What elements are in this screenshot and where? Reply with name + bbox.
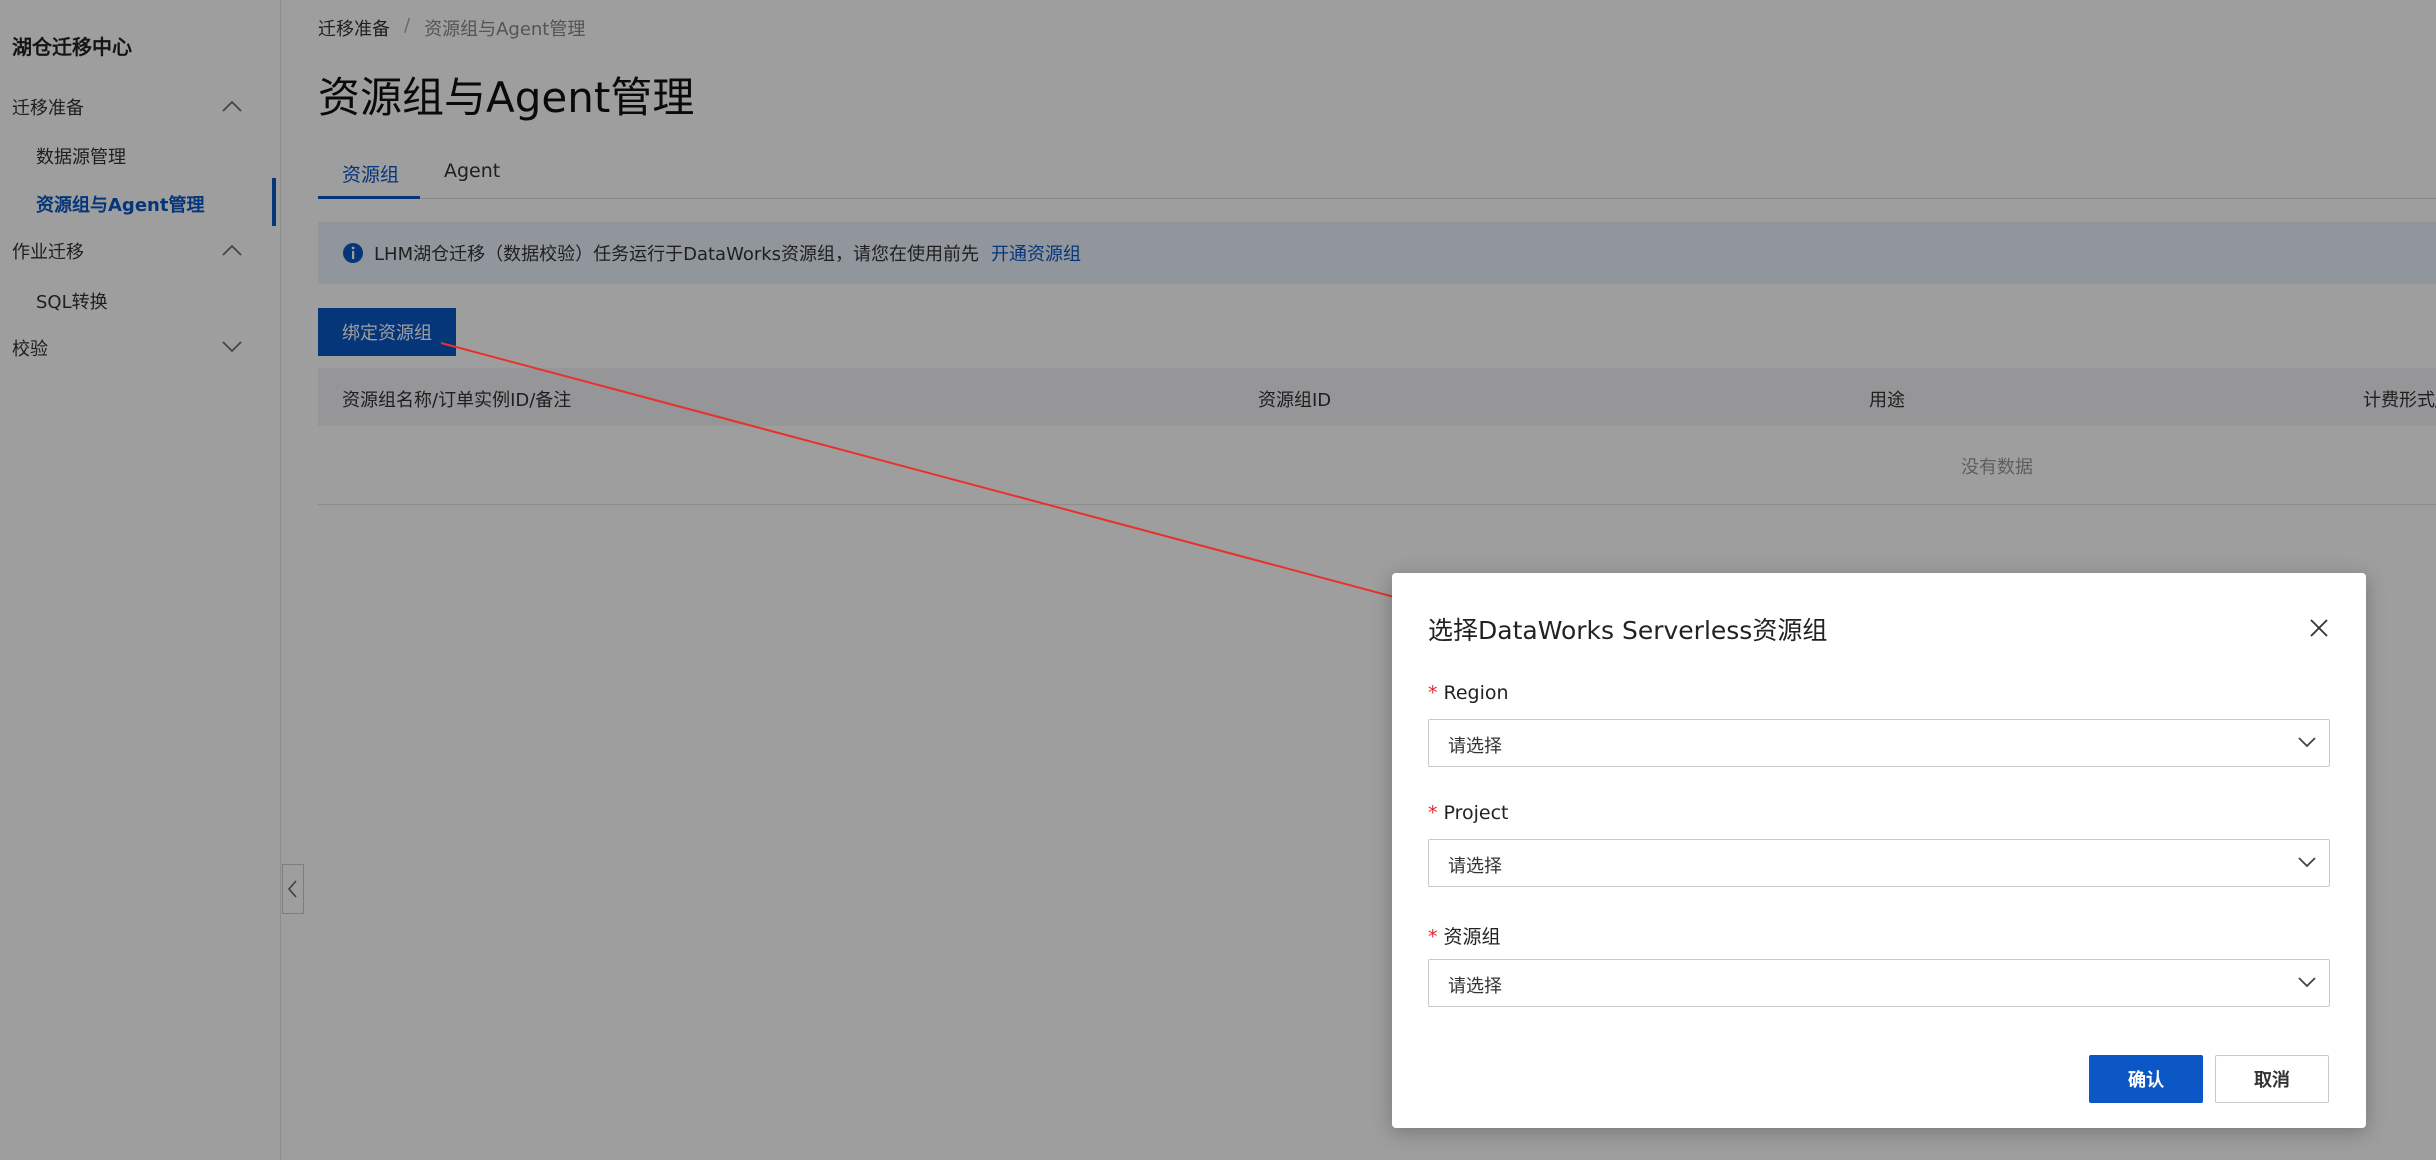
project-label: * Project [1428, 802, 1509, 824]
select-placeholder: 请选择 [1448, 856, 1502, 877]
region-select[interactable]: 请选择 [1428, 719, 2330, 767]
required-mark: * [1428, 682, 1438, 704]
chevron-down-icon [2298, 857, 2316, 868]
select-resource-group-dialog: 选择DataWorks Serverless资源组 * Region 请选择 * P… [1392, 573, 2366, 1128]
field-label-text: Region [1443, 682, 1509, 704]
close-icon[interactable] [2308, 617, 2330, 639]
field-label-text: 资源组 [1443, 926, 1501, 948]
region-label: * Region [1428, 682, 1509, 704]
dialog-title: 选择DataWorks Serverless资源组 [1428, 616, 1828, 645]
project-select[interactable]: 请选择 [1428, 839, 2330, 887]
select-placeholder: 请选择 [1448, 736, 1502, 757]
select-placeholder: 请选择 [1448, 976, 1502, 997]
required-mark: * [1428, 926, 1438, 948]
required-mark: * [1428, 802, 1438, 824]
confirm-button[interactable]: 确认 [2089, 1055, 2203, 1103]
chevron-down-icon [2298, 977, 2316, 988]
resource-group-select[interactable]: 请选择 [1428, 959, 2330, 1007]
resource-group-label: * 资源组 [1428, 922, 1501, 949]
cancel-button[interactable]: 取消 [2215, 1055, 2329, 1103]
field-label-text: Project [1443, 802, 1509, 824]
chevron-down-icon [2298, 737, 2316, 748]
